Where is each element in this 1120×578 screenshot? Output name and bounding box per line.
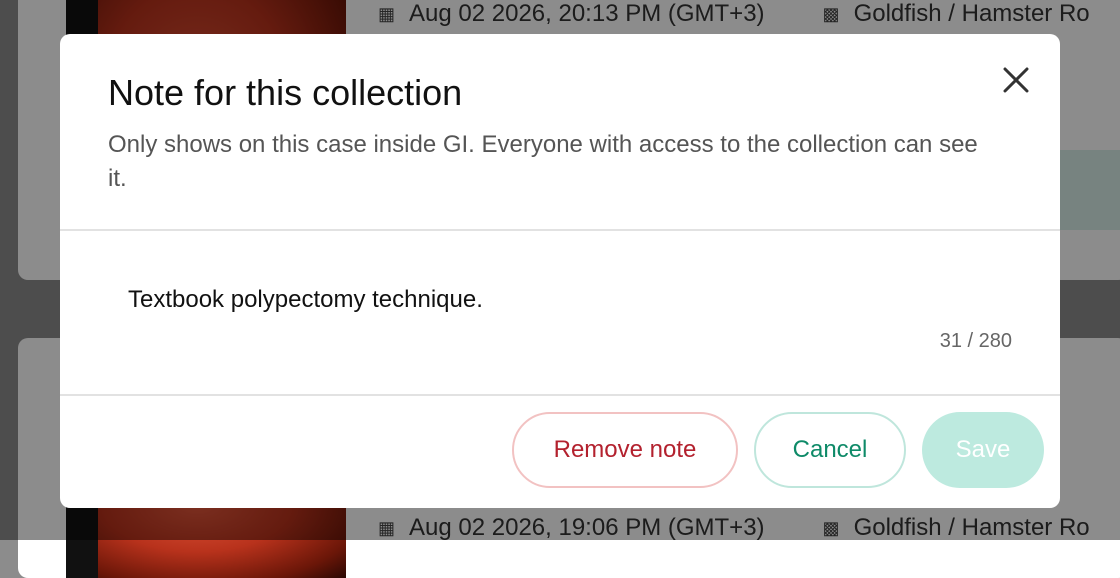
- close-button[interactable]: [996, 60, 1036, 100]
- note-textarea[interactable]: Textbook polypectomy technique. 31 / 280: [108, 264, 1018, 374]
- modal-header: Note for this collection Only shows on t…: [60, 34, 1060, 229]
- note-value[interactable]: Textbook polypectomy technique.: [128, 286, 483, 314]
- save-button[interactable]: Save: [922, 412, 1044, 488]
- character-counter: 31 / 280: [939, 330, 1012, 352]
- modal-title: Note for this collection: [108, 72, 463, 113]
- remove-note-button[interactable]: Remove note: [512, 412, 738, 488]
- close-icon: [1003, 67, 1029, 93]
- note-modal: Note for this collection Only shows on t…: [60, 34, 1060, 508]
- cancel-button[interactable]: Cancel: [754, 412, 906, 488]
- divider: [60, 229, 1060, 231]
- divider: [60, 394, 1060, 396]
- modal-subtitle: Only shows on this case inside GI. Every…: [108, 131, 978, 192]
